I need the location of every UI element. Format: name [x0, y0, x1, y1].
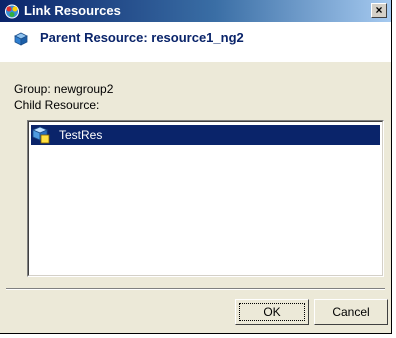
close-button[interactable]: ×: [371, 3, 387, 18]
ok-button[interactable]: OK: [235, 299, 309, 325]
resource-icon: [31, 126, 50, 144]
list-item[interactable]: TestRes: [31, 125, 380, 145]
child-resource-list[interactable]: TestRes: [27, 120, 384, 277]
parent-resource-title: Parent Resource: resource1_ng2: [40, 30, 244, 45]
link-resources-icon: [4, 4, 20, 19]
link-resources-dialog: Link Resources × Parent Resource: resour…: [0, 0, 392, 334]
separator: [6, 288, 385, 290]
title-bar: Link Resources ×: [0, 0, 391, 22]
window-title: Link Resources: [24, 3, 121, 18]
cancel-button[interactable]: Cancel: [314, 299, 388, 325]
ok-button-label: OK: [239, 303, 305, 321]
child-resource-label: Child Resource:: [14, 98, 100, 112]
group-text: Group: newgroup2: [14, 82, 114, 96]
list-item-label: TestRes: [59, 128, 103, 142]
parent-resource-header: Parent Resource: resource1_ng2: [0, 22, 391, 62]
cube-icon: [14, 32, 28, 46]
